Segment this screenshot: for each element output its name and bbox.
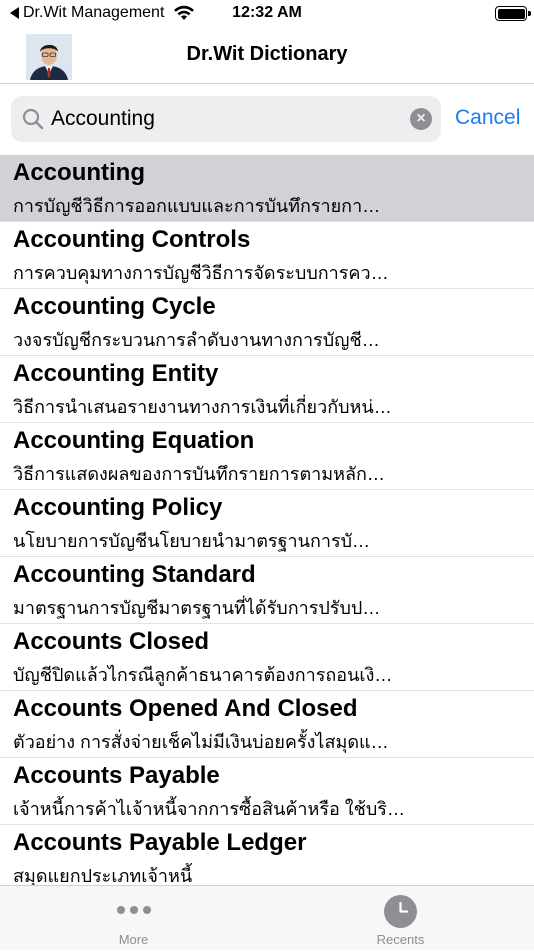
tab-more-label: More: [118, 932, 149, 947]
cancel-button[interactable]: Cancel: [455, 106, 520, 130]
definition-preview: วิธีการนำเสนอรายงานทางการเงินที่เกี่ยวกั…: [13, 397, 392, 417]
definition-preview: การบัญชีวิธีการออกแบบและการบันทึกรายกา…: [13, 196, 381, 216]
clear-icon[interactable]: ×: [410, 108, 432, 130]
list-item[interactable]: Accounts Closed บัญชีปิดแล้วไกรณีลูกค้าธ…: [0, 624, 534, 691]
list-item[interactable]: Accounting Standard มาตรฐานการบัญชีมาตรฐ…: [0, 557, 534, 624]
term-label: Accounting Entity: [13, 360, 219, 387]
search-input[interactable]: [51, 96, 411, 142]
search-field[interactable]: ×: [11, 96, 441, 142]
list-item[interactable]: Accounts Payable เจ้าหนี้การค้าไเจ้าหนี้…: [0, 758, 534, 825]
list-item[interactable]: Accounting Cycle วงจรบัญชีกระบวนการลำดับ…: [0, 289, 534, 356]
term-label: Accounting Controls: [13, 226, 251, 253]
status-bar: Dr.Wit Management 12:32 AM: [0, 0, 534, 28]
status-time: 12:32 AM: [232, 4, 302, 21]
term-label: Accounting Equation: [13, 427, 255, 454]
term-label: Accounting Cycle: [13, 293, 216, 320]
list-item[interactable]: Accounting Policy นโยบายการบัญชีนโยบายนำ…: [0, 490, 534, 557]
list-item[interactable]: Accounting Equation วิธีการแสดงผลของการบ…: [0, 423, 534, 490]
tab-more[interactable]: More: [0, 886, 267, 951]
clock-icon: [384, 895, 417, 928]
tab-bar: More Recents: [0, 885, 534, 950]
definition-preview: การควบคุมทางการบัญชีวิธีการจัดระบบการคว…: [13, 263, 389, 283]
battery-icon: [495, 6, 531, 21]
page-title: Dr.Wit Dictionary: [186, 43, 348, 65]
tab-recents[interactable]: Recents: [267, 886, 534, 951]
term-label: Accounting Policy: [13, 494, 223, 521]
definition-preview: สมุดแยกประเภทเจ้าหนี้: [13, 866, 193, 885]
more-icon: [117, 906, 151, 914]
term-label: Accounts Payable Ledger: [13, 829, 307, 856]
list-item[interactable]: Accounts Opened And Closed ตัวอย่าง การส…: [0, 691, 534, 758]
term-label: Accounts Opened And Closed: [13, 695, 358, 722]
definition-preview: บัญชีปิดแล้วไกรณีลูกค้าธนาคารต้องการถอนเ…: [13, 665, 393, 685]
list-item[interactable]: Accounting การบัญชีวิธีการออกแบบและการบั…: [0, 155, 534, 222]
definition-preview: ตัวอย่าง การสั่งจ่ายเช็คไม่มีเงินบ่อยครั…: [13, 732, 389, 752]
search-bar: × Cancel: [0, 85, 534, 155]
definition-preview: วงจรบัญชีกระบวนการลำดับงานทางการบัญชี…: [13, 330, 380, 350]
result-list: Accounting การบัญชีวิธีการออกแบบและการบั…: [0, 155, 534, 885]
term-label: Accounts Payable: [13, 762, 220, 789]
list-item[interactable]: Accounts Payable Ledger สมุดแยกประเภทเจ้…: [0, 825, 534, 885]
term-label: Accounts Closed: [13, 628, 210, 655]
term-label: Accounting: [13, 159, 145, 186]
definition-preview: วิธีการแสดงผลของการบันทึกรายการตามหลัก…: [13, 464, 385, 484]
list-item[interactable]: Accounting Controls การควบคุมทางการบัญชี…: [0, 222, 534, 289]
list-item[interactable]: Accounting Entity วิธีการนำเสนอรายงานทาง…: [0, 356, 534, 423]
navigation-bar: Dr.Wit Dictionary: [0, 28, 534, 84]
search-icon: [22, 108, 44, 130]
term-label: Accounting Standard: [13, 561, 256, 588]
definition-preview: นโยบายการบัญชีนโยบายนำมาตรฐานการบั…: [13, 531, 371, 551]
definition-preview: เจ้าหนี้การค้าไเจ้าหนี้จากการซื้อสินค้าห…: [13, 799, 405, 819]
definition-preview: มาตรฐานการบัญชีมาตรฐานที่ได้รับการปรับป…: [13, 598, 381, 618]
tab-recents-label: Recents: [376, 932, 425, 947]
